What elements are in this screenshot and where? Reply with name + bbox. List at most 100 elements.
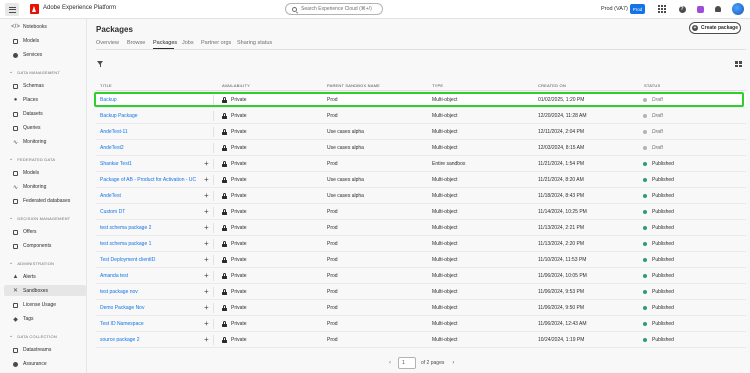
add-icon[interactable]: + — [204, 239, 209, 248]
sidebar-item-schemas[interactable]: Schemas — [12, 81, 44, 91]
help-icon[interactable]: ? — [677, 4, 687, 14]
table-row[interactable]: Test ID Namespace + Private Prod Multi-objec… — [96, 316, 746, 332]
tab-browse[interactable]: Browse — [127, 40, 145, 46]
availability-label: Private — [231, 257, 247, 263]
table-row[interactable]: Test Deployment clientID + Private Prod Mult… — [96, 252, 746, 268]
chevron-left-icon[interactable]: ‹ — [386, 360, 394, 366]
section-administration[interactable]: ⌄ ADMINISTRATION — [9, 259, 54, 267]
sidebar-item-services[interactable]: Services — [12, 50, 42, 60]
tab-partner-orgs[interactable]: Partner orgs — [201, 40, 231, 46]
column-settings-icon[interactable] — [735, 61, 742, 67]
add-icon[interactable]: + — [204, 287, 209, 296]
column-header-title[interactable]: TITLE — [100, 83, 112, 88]
sidebar-item-notebooks[interactable]: </> Notebooks — [11, 22, 47, 32]
package-title-link[interactable]: Package of AB - Product for Activation -… — [100, 177, 196, 183]
table-row[interactable]: test package nov + Private Prod Multi-object… — [96, 284, 746, 300]
sidebar-item-queries[interactable]: Queries — [12, 123, 41, 133]
table-row[interactable]: AndeTest + Private Use cases alpha Multi-obj… — [96, 188, 746, 204]
package-title-link[interactable]: Amanda test — [100, 273, 128, 279]
sidebar-item-tags[interactable]: ◆ Tags — [12, 314, 33, 324]
package-title-link[interactable]: Backup — [100, 97, 117, 103]
add-icon[interactable]: + — [204, 319, 209, 328]
sidebar-item-federated-databases[interactable]: Federated databases — [12, 196, 70, 206]
table-row[interactable]: Demo Package Nov + Private Prod Multi-object… — [96, 300, 746, 316]
sidebar-item-places[interactable]: ● Places — [12, 95, 38, 105]
package-title-link[interactable]: test schema package 1 — [100, 241, 151, 247]
table-row[interactable]: Backup Private Prod Multi-object 01/02/2025,… — [96, 92, 746, 108]
create-package-button[interactable]: + Create package — [689, 22, 741, 34]
package-title-link[interactable]: Shankar Test1 — [100, 161, 132, 167]
table-row[interactable]: test schema package 2 + Private Prod Multi-o… — [96, 220, 746, 236]
table-row[interactable]: source package 2 + Private Prod Multi-object… — [96, 332, 746, 348]
sidebar-item-sandboxes[interactable]: ✕ Sandboxes — [4, 285, 86, 296]
add-icon[interactable]: + — [204, 175, 209, 184]
app-switcher-icon[interactable] — [657, 4, 667, 14]
package-title-link[interactable]: test package nov — [100, 289, 138, 295]
package-title-link[interactable]: AndeTest-11 — [100, 129, 128, 135]
add-icon[interactable]: + — [204, 207, 209, 216]
tab-sharing-status[interactable]: Sharing status — [237, 40, 272, 46]
sidebar-item-license-usage[interactable]: License Usage — [12, 300, 56, 310]
column-header-parent-sandbox[interactable]: PARENT SANDBOX NAME — [327, 83, 380, 88]
package-title-link[interactable]: AndeTest2 — [100, 145, 124, 151]
filter-icon[interactable] — [97, 61, 103, 67]
sidebar-item-federated-models[interactable]: Models — [12, 168, 39, 178]
table-row[interactable]: test schema package 1 + Private Prod Multi-o… — [96, 236, 746, 252]
org-switcher[interactable]: Prod (VA7) — [601, 6, 628, 12]
search-input[interactable]: Search Experience Cloud (⌘+/) — [285, 3, 383, 15]
datastream-icon — [12, 347, 19, 354]
status-cell: Draft — [643, 97, 663, 103]
adobe-logo-icon[interactable] — [30, 4, 39, 14]
tab-jobs[interactable]: Jobs — [182, 40, 194, 46]
add-icon[interactable]: + — [204, 223, 209, 232]
sidebar-item-federated-monitoring[interactable]: ∿ Monitoring — [12, 182, 46, 192]
sandbox-badge[interactable]: Prod — [630, 4, 645, 14]
sidebar-item-assurance[interactable]: Assurance — [12, 359, 47, 369]
table-row[interactable]: Shankar Test1 + Private Prod Entire sandbox 1… — [96, 156, 746, 172]
column-header-created-on[interactable]: CREATED ON — [538, 83, 566, 88]
hamburger-menu-icon[interactable] — [5, 3, 19, 16]
package-title-link[interactable]: source package 2 — [100, 337, 139, 343]
user-avatar[interactable] — [732, 3, 744, 15]
table-row[interactable]: Custom DT + Private Prod Multi-object 11/14/2… — [96, 204, 746, 220]
chevron-right-icon[interactable]: › — [449, 360, 457, 366]
add-icon[interactable]: + — [204, 335, 209, 344]
package-title-link[interactable]: Test Deployment clientID — [100, 257, 155, 263]
availability-label: Private — [231, 321, 247, 327]
package-title-link[interactable]: test schema package 2 — [100, 225, 151, 231]
package-title-link[interactable]: Demo Package Nov — [100, 305, 144, 311]
table-row[interactable]: AndeTest-11 Private Use cases alpha Multi-o… — [96, 124, 746, 140]
page-number-input[interactable]: 1 — [398, 357, 416, 369]
column-header-availability[interactable]: AVAILABILITY — [222, 83, 250, 88]
table-row[interactable]: Package of AB - Product for Activation -… — [96, 172, 746, 188]
notifications-bell-icon[interactable] — [713, 4, 723, 14]
tab-packages[interactable]: Packages — [153, 40, 177, 46]
table-row[interactable]: Backup Package Private Prod Multi-object 12/… — [96, 108, 746, 124]
add-icon[interactable]: + — [204, 191, 209, 200]
add-icon[interactable]: + — [204, 159, 209, 168]
sidebar-item-datastreams[interactable]: Datastreams — [12, 345, 51, 355]
column-header-type[interactable]: TYPE — [432, 83, 443, 88]
section-data-management[interactable]: ⌄ DATA MANAGEMENT — [9, 68, 60, 76]
sidebar-item-models[interactable]: Models — [12, 36, 39, 46]
package-title-link[interactable]: Backup Package — [100, 113, 138, 119]
sidebar-item-monitoring[interactable]: ∿ Monitoring — [12, 137, 46, 147]
package-title-link[interactable]: Test ID Namespace — [100, 321, 144, 327]
sidebar-item-components[interactable]: Components — [12, 241, 51, 251]
sidebar-item-datasets[interactable]: Datasets — [12, 109, 43, 119]
package-title-link[interactable]: Custom DT — [100, 209, 125, 215]
add-icon[interactable]: + — [204, 271, 209, 280]
add-icon[interactable]: + — [204, 255, 209, 264]
table-row[interactable]: Amanda test + Private Prod Multi-object 11/06… — [96, 268, 746, 284]
feedback-icon[interactable] — [695, 4, 705, 14]
section-data-collection[interactable]: ⌄ DATA COLLECTION — [9, 332, 57, 340]
sidebar-item-alerts[interactable]: ▲ Alerts — [12, 272, 36, 282]
section-decision-management[interactable]: ⌄ DECISION MANAGEMENT — [9, 214, 70, 222]
package-title-link[interactable]: AndeTest — [100, 193, 121, 199]
column-header-status[interactable]: STATUS — [644, 83, 660, 88]
add-icon[interactable]: + — [204, 303, 209, 312]
sidebar-item-offers[interactable]: Offers — [12, 227, 37, 237]
tab-overview[interactable]: Overview — [96, 40, 119, 46]
section-federated-data[interactable]: ⌄ FEDERATED DATA — [9, 155, 55, 163]
table-row[interactable]: AndeTest2 Private Use cases alpha Multi-obj… — [96, 140, 746, 156]
